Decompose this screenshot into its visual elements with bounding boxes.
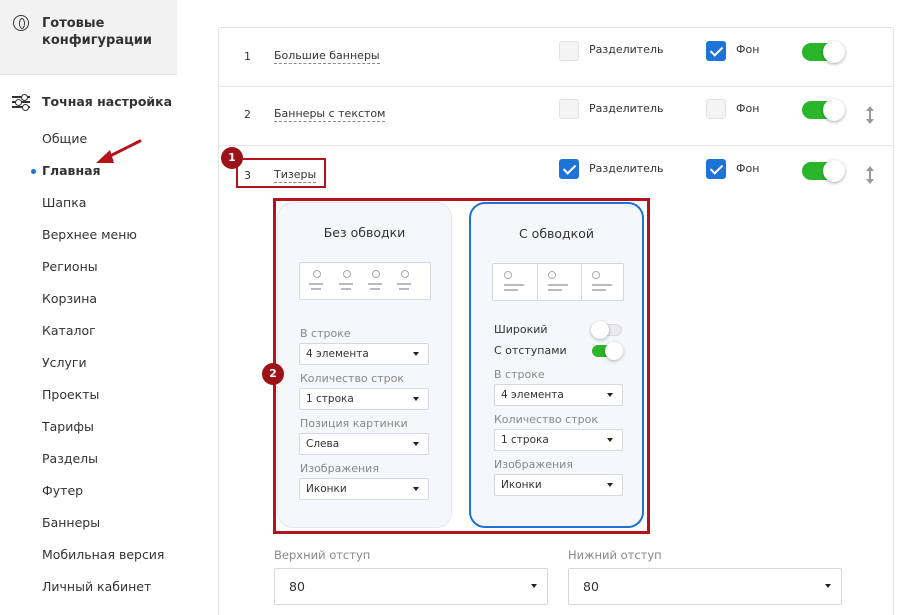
ready-configs-title[interactable]: Готовые конфигурации [42,15,162,49]
sidebar-item-account[interactable]: Личный кабинет [42,579,151,594]
background-checkbox[interactable] [706,41,726,61]
sliders-icon [12,94,30,110]
sidebar-item-projects[interactable]: Проекты [42,387,99,402]
annotation-box-2 [273,198,650,534]
block-name-link[interactable]: Баннеры с текстом [274,107,386,122]
sidebar-item-catalog[interactable]: Каталог [42,323,96,338]
row-number: 1 [244,50,251,63]
top-margin-label: Верхний отступ [274,548,371,562]
row-number: 2 [244,108,251,121]
block-enabled-toggle[interactable] [802,41,845,63]
block-name-link[interactable]: Большие баннеры [274,49,380,64]
sidebar-item-general[interactable]: Общие [42,131,87,146]
bottom-margin-select[interactable]: 80 [568,568,842,605]
drag-handle-icon[interactable] [865,106,875,124]
sidebar-item-top-menu[interactable]: Верхнее меню [42,227,137,242]
separator-checkbox[interactable] [559,159,579,179]
separator-label: Разделитель [589,162,664,175]
ready-configs-section[interactable]: Готовые конфигурации [0,0,177,75]
separator-checkbox[interactable] [559,41,579,61]
separator-label: Разделитель [589,43,664,56]
sidebar-item-regions[interactable]: Регионы [42,259,98,274]
fine-tuning-title[interactable]: Точная настройка [42,94,172,109]
ready-configs-icon [13,15,29,31]
annotation-box-1 [236,158,326,188]
background-checkbox[interactable] [706,159,726,179]
sidebar-item-banners[interactable]: Баннеры [42,515,100,530]
active-dot-icon [31,169,36,174]
block-enabled-toggle[interactable] [802,160,845,182]
block-row: 2 Баннеры с текстом Разделитель Фон [219,87,893,146]
drag-handle-icon[interactable] [865,166,875,184]
annotation-badge-1: 1 [221,147,243,169]
sidebar-item-mobile[interactable]: Мобильная версия [42,547,164,562]
sidebar-item-cart[interactable]: Корзина [42,291,97,306]
background-label: Фон [736,162,760,175]
separator-checkbox[interactable] [559,99,579,119]
bottom-margin-label: Нижний отступ [568,548,662,562]
annotation-arrow-icon [96,139,142,163]
background-label: Фон [736,102,760,115]
sidebar-item-footer[interactable]: Футер [42,483,83,498]
annotation-badge-2: 2 [262,363,284,385]
top-margin-select[interactable]: 80 [274,568,548,605]
sidebar-item-services[interactable]: Услуги [42,355,87,370]
sidebar-item-sections[interactable]: Разделы [42,451,98,466]
sidebar: Готовые конфигурации Точная настройка Об… [0,0,177,615]
sidebar-item-tariffs[interactable]: Тарифы [42,419,94,434]
background-checkbox[interactable] [706,99,726,119]
sidebar-item-header[interactable]: Шапка [42,195,86,210]
block-enabled-toggle[interactable] [802,99,845,121]
block-row: 1 Большие баннеры Разделитель Фон [219,28,893,87]
separator-label: Разделитель [589,102,664,115]
background-label: Фон [736,43,760,56]
